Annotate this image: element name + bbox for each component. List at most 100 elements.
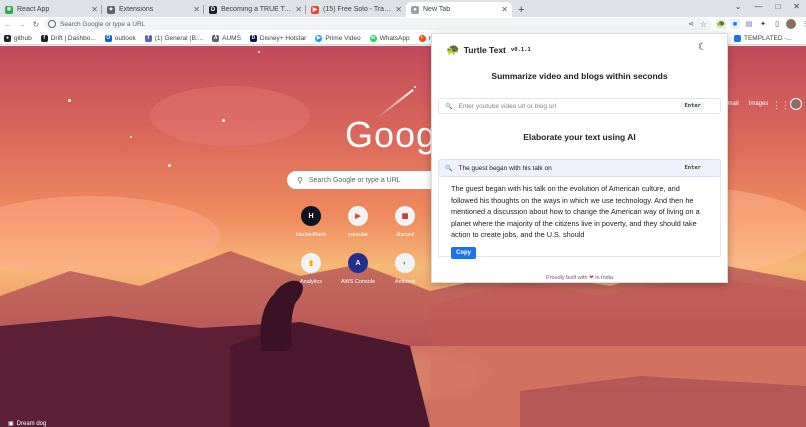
shortcut-label: AWS Console — [340, 279, 376, 285]
bookmark-drift[interactable]: f Drift | Dashbo... — [40, 34, 96, 42]
top-links: Gmail Images — [723, 101, 768, 107]
version-badge: v0.1.1 — [510, 46, 531, 53]
sidebar-icon[interactable]: ▯ — [772, 19, 782, 29]
minimize-icon[interactable]: — — [754, 2, 762, 11]
tab-extensions[interactable]: ✦ Extensions ✕ — [102, 2, 204, 17]
aws-icon: A — [348, 253, 368, 273]
enter-button[interactable]: Enter — [681, 164, 704, 172]
tab-title: Becoming a TRUE Tech Le — [221, 6, 292, 13]
aums-icon: A — [212, 34, 220, 42]
avatar[interactable] — [790, 98, 802, 110]
shortcut-discord[interactable]: ▦ discord — [380, 206, 430, 238]
templated-icon — [734, 35, 741, 42]
close-icon[interactable]: ✕ — [91, 5, 98, 14]
bookmark-label: outlook — [114, 34, 136, 42]
puzzle-icon: ✦ — [107, 5, 115, 14]
turtle-extension-icon[interactable]: 🐢 — [716, 19, 726, 29]
hotstar-icon: D — [249, 34, 257, 42]
image-icon: ▣ — [8, 421, 14, 427]
extension-icon[interactable]: ▤ — [744, 19, 754, 29]
bookmark-label: (1) General (B.... — [154, 34, 204, 42]
copy-button[interactable]: Copy — [451, 246, 476, 259]
bookmark-label: TEMPLATED -... — [744, 35, 792, 42]
youtube-icon: ▶ — [311, 5, 319, 14]
bookmark-label: Prime Video — [325, 34, 361, 42]
react-icon: ⚛ — [5, 5, 13, 14]
tab-new-tab[interactable]: ● New Tab ✕ — [406, 2, 512, 17]
reload-icon[interactable]: ↻ — [30, 20, 42, 29]
shortcut-ambient[interactable]: ◐ Ambient — [380, 253, 430, 285]
bookmark-templated[interactable]: TEMPLATED -... — [730, 32, 796, 44]
popup-title: Turtle Text — [463, 44, 506, 55]
bookmark-teams[interactable]: T (1) General (B.... — [144, 34, 204, 42]
apps-grid-icon[interactable]: ⋮⋮ — [772, 100, 790, 111]
search-icon: 🔍 — [445, 103, 453, 110]
turtle-icon: 🐢 — [446, 44, 460, 56]
images-link[interactable]: Images — [749, 101, 769, 107]
close-icon[interactable]: ✕ — [295, 5, 302, 14]
tab-search-icon[interactable]: ⌄ — [735, 2, 742, 11]
maximize-icon[interactable]: □ — [775, 2, 780, 11]
bookmark-github[interactable]: ● github — [4, 34, 32, 42]
search-icon: 🔍 — [445, 165, 453, 172]
shortcut-hackerrank[interactable]: H HackerRank — [286, 206, 336, 238]
turtle-text-popup: 🐢 Turtle Text v0.1.1 ☾ Summarize video a… — [431, 33, 728, 283]
elaborate-input-value[interactable]: The guest began with his talk on — [458, 165, 551, 172]
shortcut-aws-console[interactable]: A AWS Console — [333, 253, 383, 285]
credit-label: Dream dog — [16, 420, 47, 427]
back-icon[interactable]: ← — [2, 20, 14, 29]
shortcut-youtube[interactable]: ▶ youtube — [333, 206, 383, 238]
shortcut-label: Ambient — [394, 279, 416, 285]
shortcut-label: HackerRank — [295, 232, 327, 238]
tab-title: New Tab — [423, 6, 451, 13]
elaborate-input[interactable]: 🔍 The guest began with his talk on Enter — [438, 159, 721, 177]
extension-icon[interactable]: ■ — [730, 19, 740, 29]
bookmark-whatsapp[interactable]: w WhatsApp — [369, 34, 410, 42]
search-placeholder: Search Google or type a URL — [308, 176, 401, 184]
new-tab-button[interactable]: + — [512, 2, 530, 17]
bookmark-label: github — [14, 34, 32, 42]
bookmark-prime[interactable]: ▶ Prime Video — [315, 34, 361, 42]
bookmark-outlook[interactable]: Ooutlook — [104, 34, 136, 42]
hackerrank-icon: H — [301, 206, 321, 226]
tab-free-solo[interactable]: ▶ (15) Free Solo - Trailer | Na ✕ — [306, 2, 406, 17]
bookmark-aums[interactable]: A AUMS — [212, 34, 241, 42]
omnibox-input[interactable]: Search Google or type a URL — [60, 21, 145, 28]
close-icon[interactable]: ✕ — [193, 5, 200, 14]
profile-avatar[interactable] — [786, 19, 796, 29]
tab-react-app[interactable]: ⚛ React App ✕ — [0, 2, 102, 17]
star — [130, 136, 132, 138]
teams-icon: T — [144, 34, 152, 42]
url-input[interactable]: 🔍 Enter youtube video url or blog url En… — [438, 98, 721, 114]
bookmark-hotstar[interactable]: D Disney+ Hotstar — [249, 34, 306, 42]
omnibox[interactable]: Search Google or type a URL ⋖ ☆ — [44, 18, 712, 30]
extension-icons: 🐢 ■ ▤ ✦ ▯ ⋮ — [716, 19, 806, 29]
tab-strip: ⚛ React App ✕ ✦ Extensions ✕ D Becoming … — [0, 0, 806, 17]
background-credit[interactable]: ▣ Dream dog — [8, 420, 46, 427]
bookmark-label: AUMS — [222, 34, 241, 42]
tab-tech-lead[interactable]: D Becoming a TRUE Tech Le ✕ — [204, 2, 306, 17]
popup-header: 🐢 Turtle Text v0.1.1 — [446, 43, 531, 56]
star — [168, 164, 171, 167]
summarize-heading: Summarize video and blogs within seconds — [491, 71, 668, 81]
close-icon[interactable]: ✕ — [501, 5, 508, 14]
bookmark-star-icon[interactable]: ☆ — [700, 20, 707, 29]
google-search-box[interactable]: ⚲ Search Google or type a URL — [287, 171, 437, 189]
window-controls: ⌄ — □ ✕ — [735, 2, 800, 11]
close-icon[interactable]: ✕ — [395, 5, 402, 14]
shortcut-analytics[interactable]: ▮ Analytics — [286, 253, 336, 285]
footer-prefix: Proudly built with — [546, 275, 588, 281]
google-icon — [48, 20, 56, 28]
chrome-icon: ● — [411, 5, 419, 14]
enter-button[interactable]: Enter — [681, 102, 704, 110]
menu-icon[interactable]: ⋮ — [800, 19, 806, 29]
forward-icon[interactable]: → — [16, 20, 28, 29]
tab-title: (15) Free Solo - Trailer | Na — [323, 6, 392, 13]
close-window-icon[interactable]: ✕ — [793, 2, 800, 11]
result-panel: The guest began with his talk on the evo… — [438, 177, 721, 259]
tab-title: Extensions — [119, 6, 154, 13]
bookmark-label: Drift | Dashbo... — [50, 34, 96, 42]
puzzle-icon[interactable]: ✦ — [758, 19, 768, 29]
share-icon[interactable]: ⋖ — [688, 20, 694, 28]
dark-mode-toggle-icon[interactable]: ☾ — [698, 42, 707, 53]
